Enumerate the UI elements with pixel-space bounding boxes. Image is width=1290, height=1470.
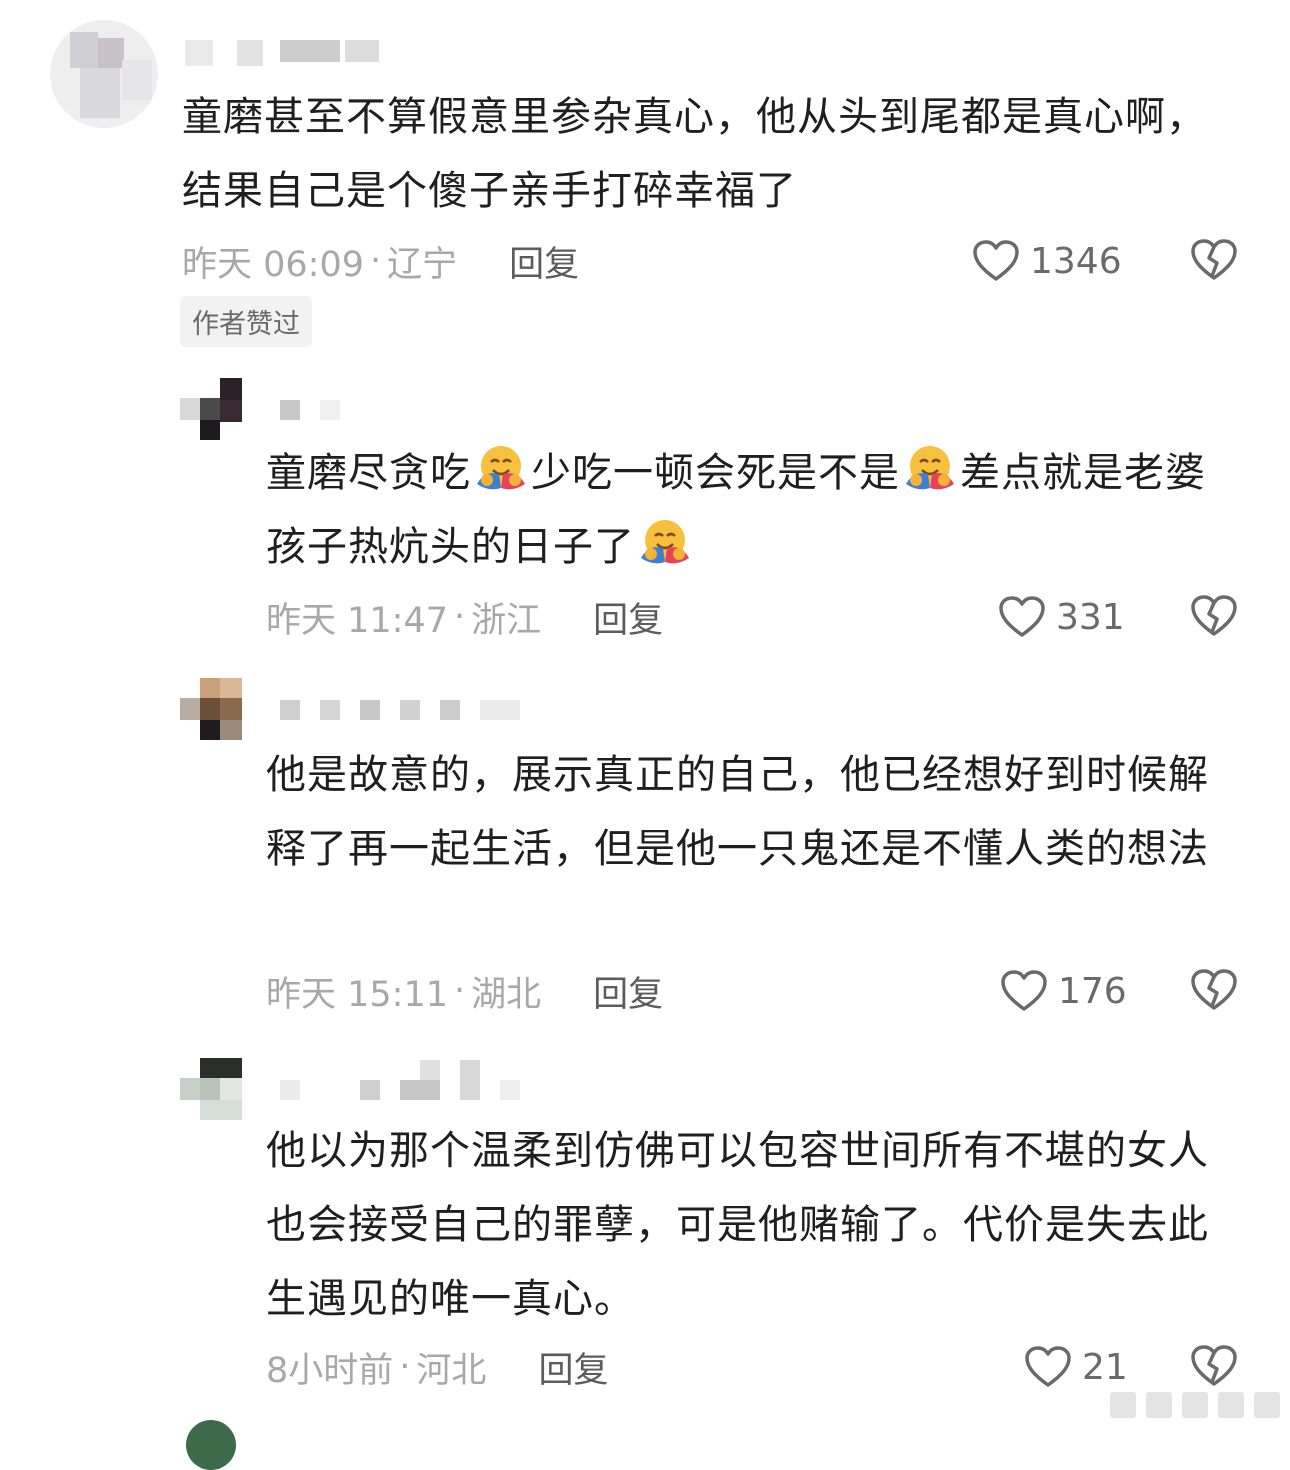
hugging-face-emoji [477,446,525,490]
comment-meta: 8小时前 · 河北 回复 [266,1342,608,1392]
comment-text: 他是故意的，展示真正的自己，他已经想好到时候解释了再一起生活，但是他一只鬼还是不… [266,752,1209,872]
meta-separator: · [399,1347,411,1387]
dislike-button[interactable] [1190,238,1238,286]
comment-time: 昨天 15:11 [266,974,448,1015]
avatar[interactable] [180,1058,242,1120]
comment-time: 8小时前 [266,1350,394,1391]
comment-location: 辽宁 [387,244,458,285]
author-liked-badge: 作者赞过 [180,296,312,347]
comment-meta: 昨天 11:47 · 浙江 回复 [266,592,663,642]
dislike-button[interactable] [1190,968,1238,1016]
like-button[interactable]: 1346 [972,236,1122,286]
meta-separator: · [454,597,466,637]
like-count: 331 [1056,596,1125,638]
comment-location: 河北 [416,1350,487,1391]
comment-text: 童磨尽贪吃 少吃一顿会死是不是 差点就是老婆孩子热炕头的日子了 [266,436,1246,584]
comment-time: 昨天 06:09 [182,244,364,285]
heart-outline-icon [973,240,1019,281]
avatar[interactable] [186,1420,236,1470]
like-count: 176 [1058,970,1127,1012]
broken-heart-icon [1191,239,1237,280]
comment-text: 童磨甚至不算假意里参杂真心，他从头到尾都是真心啊，结果自己是个傻子亲手打碎幸福了 [182,94,1207,214]
comment-location: 湖北 [471,974,542,1015]
comment-location: 浙江 [471,600,542,641]
reply-button[interactable]: 回复 [538,1342,608,1393]
like-count: 1346 [1030,240,1122,282]
heart-outline-icon [1001,970,1047,1011]
heart-outline-icon [999,596,1045,637]
reply-button[interactable]: 回复 [593,966,663,1017]
watermark [1100,1390,1280,1420]
dislike-button[interactable] [1190,594,1238,642]
meta-separator: · [454,971,466,1011]
broken-heart-icon [1191,595,1237,636]
like-button[interactable]: 21 [1024,1342,1128,1392]
username-redacted[interactable] [185,40,385,70]
avatar[interactable] [180,378,242,440]
reply-button[interactable]: 回复 [509,236,579,287]
reply-button[interactable]: 回复 [593,592,663,643]
username-redacted[interactable] [280,1060,560,1100]
comment-text: 他以为那个温柔到仿佛可以包容世间所有不堪的女人也会接受自己的罪孽，可是他赌输了。… [266,1128,1209,1322]
like-count: 21 [1082,1346,1128,1388]
broken-heart-icon [1191,1345,1237,1386]
dislike-button[interactable] [1190,1344,1238,1392]
comment-time: 昨天 11:47 [266,600,448,641]
avatar[interactable] [50,20,158,128]
broken-heart-icon [1191,969,1237,1010]
meta-separator: · [370,241,382,281]
comment-meta: 昨天 15:11 · 湖北 回复 [266,966,663,1016]
username-redacted[interactable] [280,700,560,730]
hugging-face-emoji [641,520,689,564]
hugging-face-emoji [906,446,954,490]
comment-meta: 昨天 06:09 · 辽宁 回复 [182,236,579,286]
avatar[interactable] [180,678,242,740]
heart-outline-icon [1025,1346,1071,1387]
username-redacted[interactable] [280,398,350,428]
like-button[interactable]: 331 [998,592,1125,642]
like-button[interactable]: 176 [1000,966,1127,1016]
